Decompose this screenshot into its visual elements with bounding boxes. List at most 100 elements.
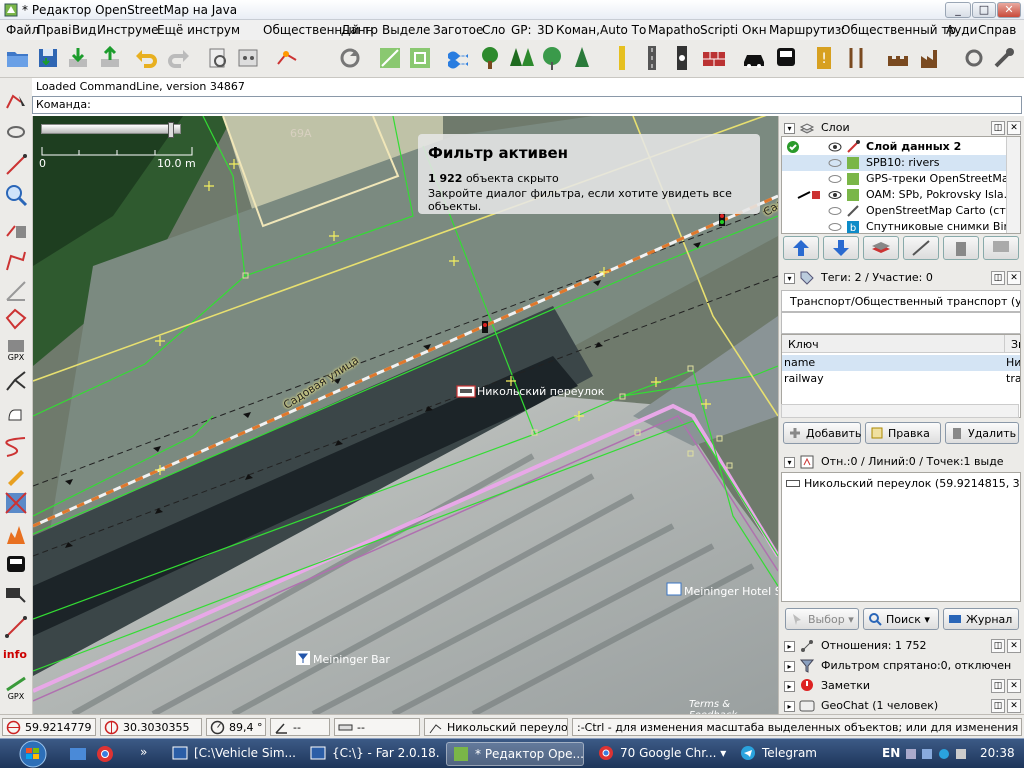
panel-close-icon[interactable]: ✕ xyxy=(1007,639,1021,653)
menu-routing[interactable]: Маршрутиз: xyxy=(769,23,845,37)
tag-value[interactable]: Ни xyxy=(1004,355,1020,371)
taskbar-item[interactable]: [C:\Vehicle Sim... xyxy=(166,742,296,766)
car-icon[interactable] xyxy=(740,44,768,72)
upload-icon[interactable] xyxy=(96,44,124,72)
collapse-icon[interactable]: ▾ xyxy=(784,123,795,134)
layers-panel-header[interactable]: ▾ Слои ◫ ✕ xyxy=(781,118,1023,138)
explorer-icon[interactable] xyxy=(68,744,88,764)
menu-edit[interactable]: Прaві xyxy=(37,23,71,37)
taskbar-item[interactable]: Telegram xyxy=(734,742,870,766)
delete-tool-icon[interactable] xyxy=(3,216,29,242)
layer-tools-button[interactable] xyxy=(903,236,939,260)
menu-data[interactable]: Данн xyxy=(341,23,373,37)
pencil-tool-icon[interactable] xyxy=(3,462,29,488)
add-tag-button[interactable]: Добавить xyxy=(783,422,861,444)
measure-tool-icon[interactable] xyxy=(3,614,29,640)
layer-item[interactable]: b Спутниковые снимки Bing xyxy=(782,219,1017,233)
wall-icon[interactable] xyxy=(700,44,728,72)
tags-panel-header[interactable]: ▾ Теги: 2 / Участие: 0 ◫ ✕ xyxy=(781,268,1023,288)
tools-settings-icon[interactable] xyxy=(234,44,262,72)
delete-layer-button[interactable] xyxy=(943,236,979,260)
improve-way-icon[interactable] xyxy=(3,248,29,274)
menu-presets[interactable]: Заготое xyxy=(433,23,483,37)
menu-layers[interactable]: Сло xyxy=(482,23,505,37)
detach-icon[interactable]: ◫ xyxy=(991,699,1005,713)
hotel-label[interactable]: Meininger Hotel Sa xyxy=(684,585,778,598)
expand-icon[interactable]: ▸ xyxy=(784,681,795,692)
chrome-quicklaunch-icon[interactable] xyxy=(95,744,115,764)
layer-item[interactable]: Слой данных 2 xyxy=(782,139,1006,155)
relations-panel-header[interactable]: ▸ Отношения: 1 752 ◫ ✕ xyxy=(781,636,1023,656)
layer-item[interactable]: GPS-треки OpenStreetMap xyxy=(782,171,1016,187)
wrench-icon[interactable] xyxy=(990,44,1018,72)
close-button[interactable]: ✕ xyxy=(997,2,1021,18)
history-button[interactable]: Журнал xyxy=(943,608,1019,630)
layer-item[interactable]: OAM: SPb, Pokrovsky Isla... xyxy=(782,187,1014,203)
bus-route-icon[interactable] xyxy=(3,582,29,608)
expand-icon[interactable]: ▸ xyxy=(784,641,795,652)
factory-icon[interactable] xyxy=(918,44,946,72)
collapse-icon[interactable]: ▾ xyxy=(784,457,795,468)
plugin-gear-icon[interactable] xyxy=(960,44,988,72)
expand-icon[interactable]: ▸ xyxy=(784,661,795,672)
menu-scripting[interactable]: Scripti xyxy=(700,23,738,37)
menu-tools[interactable]: Инструме xyxy=(97,23,159,37)
undo-icon[interactable] xyxy=(132,44,160,72)
bus-icon[interactable] xyxy=(772,44,800,72)
taskbar-item[interactable]: 70 Google Chr... ▾ xyxy=(592,742,728,766)
detach-icon[interactable]: ◫ xyxy=(991,121,1005,135)
selection-panel-header[interactable]: ▾ Отн.:0 / Линий:0 / Точек:1 выде xyxy=(781,452,1023,472)
quicklaunch-overflow-icon[interactable]: » xyxy=(140,745,147,759)
visibility-eye-icon[interactable] xyxy=(828,206,842,216)
system-clock[interactable]: 20:38 xyxy=(980,746,1015,760)
tags-scrollbar[interactable] xyxy=(781,404,1019,418)
menu-file[interactable]: Файл xyxy=(6,23,39,37)
visibility-eye-icon[interactable] xyxy=(828,158,842,168)
road-icon[interactable] xyxy=(638,44,666,72)
zoom-tool-icon[interactable] xyxy=(3,182,29,208)
menu-windows[interactable]: Окн xyxy=(742,23,767,37)
bar-label[interactable]: Meininger Bar xyxy=(313,653,390,666)
map-view[interactable]: 0 10.0 m 69А Фильтр активен 1 922 объект… xyxy=(33,116,778,714)
menu-audio[interactable]: Ауди xyxy=(946,23,977,37)
refresh-icon[interactable] xyxy=(336,44,364,72)
warning-icon[interactable]: ! xyxy=(810,44,838,72)
split-way-icon[interactable] xyxy=(3,368,29,394)
save-icon[interactable] xyxy=(34,44,62,72)
detach-icon[interactable]: ◫ xyxy=(991,679,1005,693)
selection-item[interactable]: Никольский переулок (59.9214815, 30.303 xyxy=(786,477,1020,490)
detach-icon[interactable]: ◫ xyxy=(991,639,1005,653)
preferences-icon[interactable] xyxy=(204,44,232,72)
column-value[interactable]: Зн xyxy=(1004,335,1020,353)
active-check-icon[interactable] xyxy=(786,140,800,154)
tag-key[interactable]: railway xyxy=(782,371,1004,387)
layer-properties-button[interactable] xyxy=(983,236,1019,260)
wood-icon[interactable] xyxy=(538,44,566,72)
tag-key[interactable]: name xyxy=(782,355,1004,371)
menu-view[interactable]: Вид xyxy=(72,23,96,37)
search-button[interactable]: Поиск ▾ xyxy=(863,608,939,630)
redo-icon[interactable] xyxy=(165,44,193,72)
command-input[interactable]: Команда: xyxy=(32,96,1022,114)
collapse-icon[interactable]: ▾ xyxy=(784,273,795,284)
notes-panel-header[interactable]: ▸ Заметки ◫ ✕ xyxy=(781,676,1023,696)
tag-value[interactable]: tra xyxy=(1004,371,1020,387)
bus-tool-icon[interactable] xyxy=(3,552,29,578)
move-up-button[interactable] xyxy=(783,236,819,260)
panel-close-icon[interactable]: ✕ xyxy=(1007,121,1021,135)
tree-icon[interactable] xyxy=(476,44,504,72)
panel-close-icon[interactable]: ✕ xyxy=(1007,271,1021,285)
menu-mapathon[interactable]: Mapatho xyxy=(648,23,700,37)
curve-tool-icon[interactable] xyxy=(3,434,29,460)
select-tool-icon[interactable] xyxy=(3,88,29,114)
align-nodes-icon[interactable] xyxy=(376,44,404,72)
windows-start-icon[interactable] xyxy=(10,740,56,768)
way-tool-icon[interactable] xyxy=(274,44,302,72)
building-tool-icon[interactable] xyxy=(3,490,29,516)
geochat-panel-header[interactable]: ▸ GeoChat (1 человек) ◫ ✕ xyxy=(781,696,1023,716)
expand-icon[interactable]: ▸ xyxy=(784,701,795,712)
zoom-slider[interactable] xyxy=(41,122,181,138)
lasso-tool-icon[interactable] xyxy=(3,120,29,146)
delete-tag-button[interactable]: Удалить xyxy=(945,422,1019,444)
layers-scrollbar[interactable] xyxy=(1006,137,1020,233)
